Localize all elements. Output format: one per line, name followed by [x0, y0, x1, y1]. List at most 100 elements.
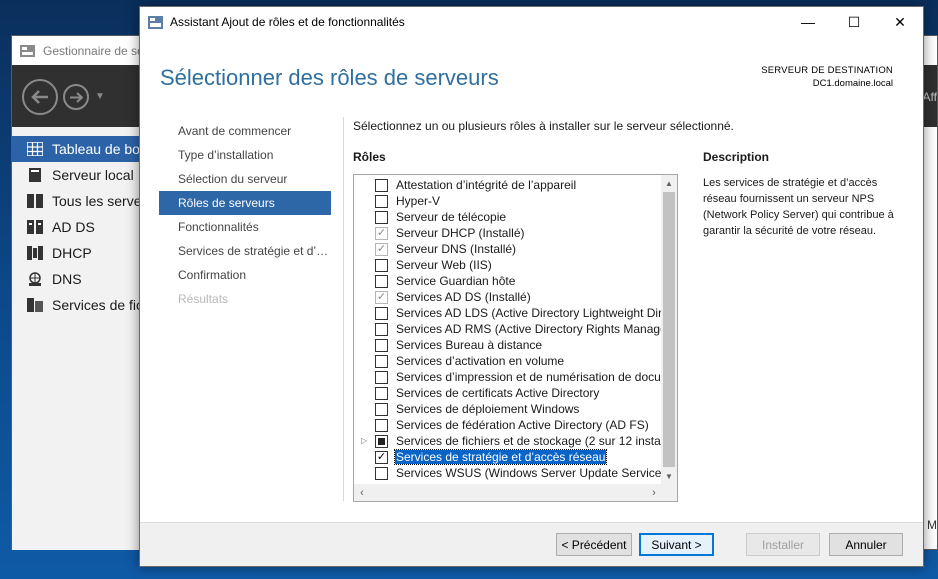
sidebar-item-dns[interactable]: DNS — [12, 266, 142, 292]
role-checkbox[interactable] — [375, 275, 388, 288]
role-checkbox[interactable] — [375, 419, 388, 432]
role-item[interactable]: Services AD RMS (Active Directory Rights… — [354, 321, 662, 337]
role-checkbox[interactable] — [375, 467, 388, 480]
sidebar-item-all-servers[interactable]: Tous les server — [12, 188, 142, 214]
sidebar-item-label: Serveur local — [52, 167, 134, 183]
minimize-button[interactable]: — — [785, 7, 831, 37]
steps-divider — [343, 117, 344, 501]
roles-list: Attestation d’intégrité de l’appareil Hyp… — [354, 177, 662, 481]
sidebar-item-label: DNS — [52, 271, 82, 287]
horizontal-scrollbar[interactable]: ‹ › — [354, 484, 662, 501]
role-label: Services de stratégie et d’accès réseau — [393, 449, 608, 465]
forward-button[interactable] — [63, 84, 89, 110]
sidebar-item-local-server[interactable]: Serveur local — [12, 162, 142, 188]
destination-server-info: SERVEUR DE DESTINATION DC1.domaine.local — [761, 64, 893, 90]
role-checkbox[interactable] — [375, 211, 388, 224]
role-item[interactable]: ✓ Serveur DHCP (Installé) — [354, 225, 662, 241]
file-services-icon — [26, 298, 43, 313]
sidebar-item-dhcp[interactable]: DHCP — [12, 240, 142, 266]
step-features[interactable]: Fonctionnalités — [159, 215, 331, 239]
role-checkbox[interactable] — [375, 339, 388, 352]
server-manager-sidebar: Tableau de bo Serveur local Tous les ser… — [12, 127, 142, 550]
role-item[interactable]: Serveur Web (IIS) — [354, 257, 662, 273]
scroll-left-icon[interactable]: ‹ — [354, 484, 370, 501]
sidebar-item-dashboard[interactable]: Tableau de bo — [12, 136, 142, 162]
step-before-you-begin[interactable]: Avant de commencer — [159, 119, 331, 143]
role-item[interactable]: Services WSUS (Windows Server Update Ser… — [354, 465, 662, 481]
scroll-up-icon[interactable]: ▲ — [661, 175, 677, 191]
role-item[interactable]: Services d’impression et de numérisation… — [354, 369, 662, 385]
description-header: Description — [703, 150, 770, 164]
expand-arrow-icon[interactable]: ▷ — [361, 436, 367, 445]
role-item[interactable]: Services d’activation en volume — [354, 353, 662, 369]
cancel-button[interactable]: Annuler — [829, 533, 903, 556]
role-item[interactable]: Services de déploiement Windows — [354, 401, 662, 417]
role-item[interactable]: ✓ Services AD DS (Installé) — [354, 289, 662, 305]
role-checkbox[interactable] — [375, 403, 388, 416]
sidebar-item-file-services[interactable]: Services de fic — [12, 292, 142, 318]
previous-button[interactable]: < Précédent — [556, 533, 632, 556]
role-label: Serveur de télécopie — [396, 210, 507, 224]
role-item[interactable]: ✓ Services de stratégie et d’accès réseau — [354, 449, 662, 465]
sidebar-item-label: Tous les server — [52, 193, 142, 209]
roles-listbox[interactable]: Attestation d’intégrité de l’appareil Hyp… — [353, 174, 678, 502]
role-item[interactable]: Services de certificats Active Directory — [354, 385, 662, 401]
next-button[interactable]: Suivant > — [639, 533, 714, 556]
wizard-footer: < Précédent Suivant > Installer Annuler — [140, 522, 923, 566]
role-checkbox[interactable] — [375, 323, 388, 336]
dhcp-icon — [26, 246, 43, 261]
role-label: Services WSUS (Windows Server Update Ser… — [396, 466, 662, 480]
vertical-scrollbar[interactable]: ▲ ▼ — [661, 175, 677, 484]
scrollbar-thumb[interactable] — [663, 192, 675, 467]
scroll-down-icon[interactable]: ▼ — [661, 468, 677, 484]
scroll-right-icon[interactable]: › — [646, 484, 662, 501]
step-server-roles[interactable]: Rôles de serveurs — [159, 191, 331, 215]
role-label: Services d’activation en volume — [396, 354, 565, 368]
role-item[interactable]: Service Guardian hôte — [354, 273, 662, 289]
role-label: Hyper-V — [396, 194, 441, 208]
role-checkbox[interactable] — [375, 355, 388, 368]
wizard-app-icon — [148, 15, 163, 29]
role-label: Services de certificats Active Directory — [396, 386, 600, 400]
step-installation-type[interactable]: Type d’installation — [159, 143, 331, 167]
role-checkbox[interactable] — [375, 179, 388, 192]
role-item[interactable]: Services de fédération Active Directory … — [354, 417, 662, 433]
maximize-button[interactable]: ☐ — [831, 7, 877, 37]
role-label: Serveur DHCP (Installé) — [396, 226, 525, 240]
role-label: Services AD LDS (Active Directory Lightw… — [396, 306, 662, 320]
role-item[interactable]: ✓ Serveur DNS (Installé) — [354, 241, 662, 257]
step-server-selection[interactable]: Sélection du serveur — [159, 167, 331, 191]
back-button[interactable] — [22, 79, 58, 115]
role-checkbox[interactable] — [375, 307, 388, 320]
dashboard-icon — [26, 142, 43, 157]
role-item[interactable]: Serveur de télécopie — [354, 209, 662, 225]
checkmark-icon: ✓ — [375, 291, 388, 304]
role-checkbox[interactable] — [375, 387, 388, 400]
role-item[interactable]: Attestation d’intégrité de l’appareil — [354, 177, 662, 193]
checkmark-icon[interactable]: ✓ — [375, 451, 388, 464]
sidebar-item-ad-ds[interactable]: AD DS — [12, 214, 142, 240]
role-item[interactable]: ▷ Services de fichiers et de stockage (2 … — [354, 433, 662, 449]
role-item[interactable]: Services Bureau à distance — [354, 337, 662, 353]
maximize-icon: ☐ — [847, 13, 861, 30]
role-label: Services de fichiers et de stockage (2 s… — [396, 434, 662, 448]
wizard-titlebar: Assistant Ajout de rôles et de fonctionn… — [140, 7, 923, 37]
server-manager-menu-text[interactable]: Aff — [923, 90, 937, 104]
role-item[interactable]: Services AD LDS (Active Directory Lightw… — [354, 305, 662, 321]
history-dropdown-icon[interactable]: ▼ — [95, 91, 105, 102]
step-confirmation[interactable]: Confirmation — [159, 263, 331, 287]
role-item[interactable]: Hyper-V — [354, 193, 662, 209]
close-button[interactable]: ✕ — [877, 7, 923, 37]
dns-icon — [26, 272, 43, 287]
minimize-icon: — — [801, 14, 815, 30]
page-title: Sélectionner des rôles de serveurs — [160, 65, 499, 90]
role-checkbox[interactable] — [375, 435, 388, 448]
step-network-policy-services[interactable]: Services de stratégie et d’… — [159, 239, 331, 263]
role-label: Serveur Web (IIS) — [396, 258, 492, 272]
add-roles-wizard-dialog: Assistant Ajout de rôles et de fonctionn… — [139, 6, 924, 567]
role-checkbox[interactable] — [375, 371, 388, 384]
role-label: Attestation d’intégrité de l’appareil — [396, 178, 577, 192]
role-checkbox[interactable] — [375, 195, 388, 208]
checkmark-icon: ✓ — [375, 243, 388, 256]
role-checkbox[interactable] — [375, 259, 388, 272]
